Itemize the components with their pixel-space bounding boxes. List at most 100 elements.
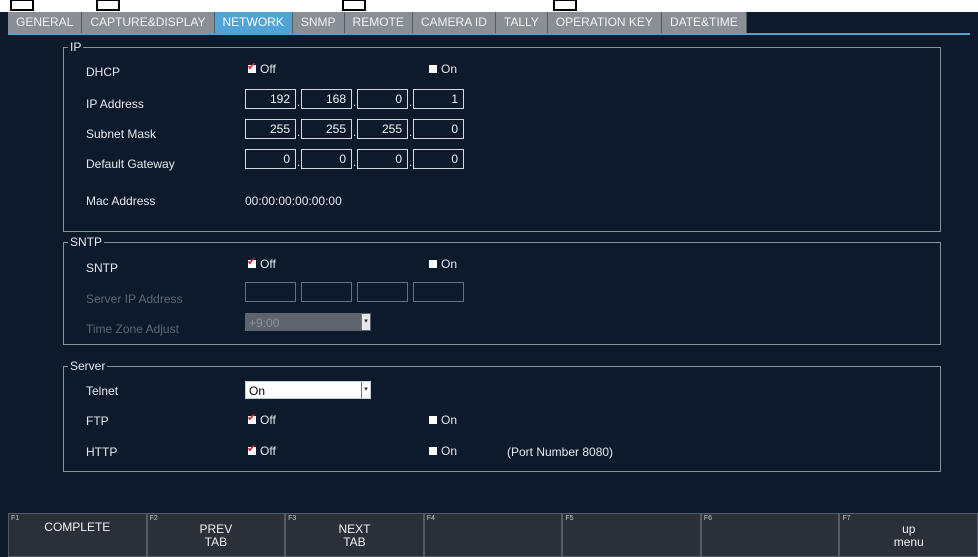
checked-icon <box>247 411 256 424</box>
tab-date-time[interactable]: DATE&TIME <box>661 12 747 33</box>
ip-octet-3[interactable]: 0 <box>357 89 408 109</box>
time-zone-value: +9:00 <box>249 316 280 330</box>
tab-camera-id[interactable]: CAMERA ID <box>412 12 496 33</box>
telnet-select[interactable]: On ▾ <box>245 381 371 399</box>
ip-octet-4[interactable]: 1 <box>413 89 464 109</box>
tab-bar: GENERAL CAPTURE&DISPLAY NETWORK SNMP REM… <box>8 12 747 33</box>
f3-next-tab-button[interactable]: F3 NEXT TAB <box>285 513 424 557</box>
checked-icon <box>247 60 256 73</box>
f5-label: F5 <box>565 515 574 522</box>
tab-network[interactable]: NETWORK <box>214 12 293 33</box>
marker-box <box>10 0 34 11</box>
server-ip-input <box>245 282 464 302</box>
time-zone-select: +9:00 ▾ <box>245 313 371 331</box>
f3-label: F3 <box>288 515 297 522</box>
dhcp-on-label: On <box>441 62 458 76</box>
ftp-on-checkbox[interactable]: On <box>429 413 457 427</box>
sntp-on-checkbox[interactable]: On <box>429 257 457 271</box>
gateway-octet-2[interactable]: 0 <box>301 149 352 169</box>
sntp-legend: SNTP <box>70 235 103 249</box>
mac-address-label: Mac Address <box>86 194 156 208</box>
tab-tally[interactable]: TALLY <box>495 12 548 33</box>
server-ip-octet-3 <box>357 282 408 302</box>
f5-button[interactable]: F5 <box>562 513 701 557</box>
marker-box <box>96 0 120 11</box>
marker-box <box>342 0 366 11</box>
f7-label: F7 <box>842 515 851 522</box>
dhcp-off-checkbox[interactable]: Off <box>247 60 276 76</box>
gateway-octet-1[interactable]: 0 <box>245 149 296 169</box>
gateway-octet-3[interactable]: 0 <box>357 149 408 169</box>
time-zone-label: Time Zone Adjust <box>86 322 179 336</box>
sntp-section: SNTP <box>63 235 941 345</box>
sntp-off-label: Off <box>260 257 276 271</box>
unchecked-icon <box>429 447 437 455</box>
http-off-checkbox[interactable]: Off <box>247 442 276 458</box>
server-ip-label: Server IP Address <box>86 292 183 306</box>
subnet-octet-3[interactable]: 255 <box>357 119 408 139</box>
f4-label: F4 <box>426 515 435 522</box>
dhcp-off-label: Off <box>260 62 276 76</box>
f2-prev-tab-button[interactable]: F2 PREV TAB <box>146 513 286 557</box>
checked-icon <box>247 255 256 268</box>
f1-caption: COMPLETE <box>44 520 111 534</box>
tab-general[interactable]: GENERAL <box>8 12 83 33</box>
ip-octet-1[interactable]: 192 <box>245 89 296 109</box>
server-ip-octet-2 <box>301 282 352 302</box>
dhcp-on-checkbox[interactable]: On <box>429 62 457 76</box>
telnet-label: Telnet <box>86 384 119 398</box>
telnet-value: On <box>249 384 266 398</box>
function-key-bar: F1 COMPLETE F2 PREV TAB F3 NEXT TAB F4 F… <box>8 513 978 557</box>
ip-address-input: 192. 168. 0. 1 <box>245 89 464 109</box>
gateway-octet-4[interactable]: 0 <box>413 149 464 169</box>
f1-complete-button[interactable]: F1 COMPLETE <box>8 513 147 557</box>
checked-icon <box>247 442 256 455</box>
unchecked-icon <box>429 260 437 268</box>
mac-address-value: 00:00:00:00:00:00 <box>245 194 342 208</box>
f2-label: F2 <box>149 515 158 522</box>
unchecked-icon <box>429 416 437 424</box>
http-label: HTTP <box>86 445 118 459</box>
ftp-on-label: On <box>441 413 458 427</box>
server-ip-octet-1 <box>245 282 296 302</box>
http-on-label: On <box>441 444 458 458</box>
f6-button[interactable]: F6 <box>700 513 840 557</box>
ftp-off-label: Off <box>260 413 276 427</box>
http-on-checkbox[interactable]: On <box>429 444 457 458</box>
subnet-mask-input: 255. 255. 255. 0 <box>245 119 464 139</box>
f3-caption: NEXT TAB <box>338 522 371 549</box>
http-off-label: Off <box>260 444 276 458</box>
unchecked-icon <box>429 65 437 73</box>
dropdown-arrow-icon[interactable]: ▾ <box>361 382 370 398</box>
ip-address-label: IP Address <box>86 97 144 111</box>
ftp-label: FTP <box>86 414 109 428</box>
default-gateway-input: 0. 0. 0. 0 <box>245 149 464 169</box>
sntp-off-checkbox[interactable]: Off <box>247 255 276 271</box>
subnet-mask-label: Subnet Mask <box>86 127 157 141</box>
f4-button[interactable]: F4 <box>423 513 563 557</box>
subnet-octet-2[interactable]: 255 <box>301 119 352 139</box>
ip-octet-2[interactable]: 168 <box>301 89 352 109</box>
sntp-on-label: On <box>441 257 458 271</box>
tab-underline <box>8 33 970 35</box>
ftp-off-checkbox[interactable]: Off <box>247 411 276 427</box>
ip-legend: IP <box>70 40 82 54</box>
tab-remote[interactable]: REMOTE <box>344 12 413 33</box>
ip-section: IP <box>63 40 941 232</box>
server-legend: Server <box>70 359 106 373</box>
sntp-label: SNTP <box>86 261 119 275</box>
tab-operation-key[interactable]: OPERATION KEY <box>547 12 662 33</box>
http-port-note: (Port Number 8080) <box>507 445 614 459</box>
subnet-octet-1[interactable]: 255 <box>245 119 296 139</box>
tab-snmp[interactable]: SNMP <box>292 12 345 33</box>
f2-caption: PREV TAB <box>199 522 233 549</box>
dropdown-arrow-icon: ▾ <box>361 314 370 330</box>
top-strip <box>0 0 978 12</box>
f7-up-menu-button[interactable]: F7 up menu <box>839 513 978 557</box>
f7-caption: up menu <box>893 522 924 549</box>
server-section: Server <box>63 359 941 472</box>
server-ip-octet-4 <box>413 282 464 302</box>
tab-capture-display[interactable]: CAPTURE&DISPLAY <box>82 12 215 33</box>
f6-label: F6 <box>703 515 713 522</box>
subnet-octet-4[interactable]: 0 <box>413 119 464 139</box>
